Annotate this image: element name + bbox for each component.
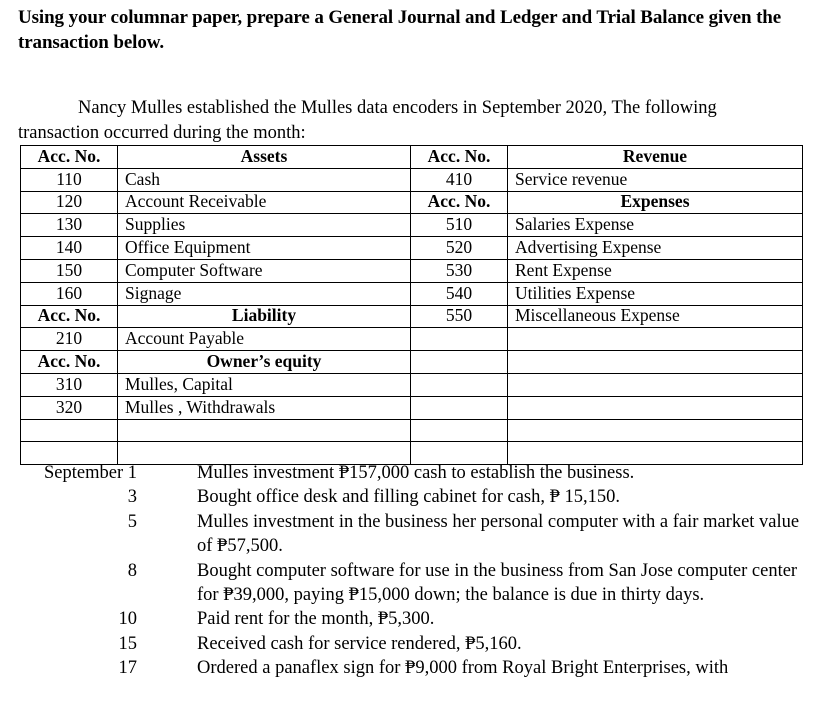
account-number-cell: 110 [20,167,118,192]
account-number-cell: 510 [410,213,508,238]
table-header-cell: Acc. No. [20,145,118,169]
transaction-date: 5 [127,511,137,532]
transaction-entry: 10 Paid rent for the month, ₱5,300. [18,607,808,631]
table-header-cell: Revenue [507,145,803,169]
transaction-date: 15 [118,633,138,654]
account-name-cell: Rent Expense [507,258,803,283]
table-header-cell: Acc. No. [20,304,118,329]
account-number-cell: 210 [20,327,118,352]
document-page: Using your columnar paper, prepare a Gen… [0,0,818,713]
transaction-date: 10 [118,609,138,630]
transaction-description: Mulles investment ₱157,000 cash to estab… [197,463,635,483]
transaction-date: 8 [127,560,137,581]
account-name-cell [117,418,411,443]
transaction-date: 3 [127,487,137,508]
transaction-date: 17 [118,658,138,679]
account-name-cell [507,372,803,397]
transaction-description: Mulles investment in the business her pe… [197,511,800,557]
table-row: 210 Account Payable [20,327,803,352]
account-name-cell [507,350,803,374]
table-row: 130 Supplies 510 Salaries Expense [20,213,803,238]
table-header-cell: Acc. No. [410,190,508,215]
transaction-entry: September 1 Mulles investment ₱157,000 ca… [18,461,808,485]
transaction-description: Ordered a panaflex sign for ₱9,000 from … [197,658,729,679]
transaction-date: September 1 [44,463,137,483]
table-row: 160 Signage 540 Utilities Expense [20,281,803,306]
account-number-cell [410,327,508,352]
account-name-cell: Office Equipment [117,236,411,260]
table-header-cell: Owner’s equity [117,350,411,374]
account-name-cell [507,327,803,352]
account-number-cell: 120 [20,190,118,215]
account-number-cell: 130 [20,213,118,238]
transaction-description: Paid rent for the month, ₱5,300. [197,609,435,630]
account-name-cell: Account Receivable [117,190,411,215]
account-name-cell: Supplies [117,213,411,238]
transaction-entry: 5 Mulles investment in the business her p… [18,510,808,559]
account-name-cell: Salaries Expense [507,213,803,238]
table-row: 120 Account Receivable Acc. No. Expenses [20,190,803,215]
transaction-entry: 17 Ordered a panaflex sign for ₱9,000 fro… [18,656,808,680]
account-number-cell [410,418,508,443]
chart-of-accounts-table: Acc. No. Assets Acc. No. Revenue 110 Cash 410 S… [20,145,803,466]
transactions-list: September 1 Mulles investment ₱157,000 ca… [18,461,808,681]
account-number-cell: 520 [410,236,508,260]
account-number-cell: 160 [20,281,118,306]
account-name-cell [507,418,803,443]
table-row: 140 Office Equipment 520 Advertising Expens… [20,236,803,260]
table-row: Acc. No. Owner’s equity [20,350,803,374]
account-number-cell [410,395,508,420]
account-number-cell [20,418,118,443]
account-number-cell: 140 [20,236,118,260]
account-name-cell: Advertising Expense [507,236,803,260]
account-name-cell: Computer Software [117,258,411,283]
account-name-cell: Utilities Expense [507,281,803,306]
account-name-cell: Cash [117,167,411,192]
account-number-cell [410,372,508,397]
account-name-cell: Service revenue [507,167,803,192]
table-header-cell: Acc. No. [20,350,118,374]
transaction-entry: 8 Bought computer software for use in the… [18,559,808,608]
account-name-cell: Account Payable [117,327,411,352]
account-name-cell: Mulles, Capital [117,372,411,397]
account-number-cell: 150 [20,258,118,283]
table-header-cell: Expenses [507,190,803,215]
account-name-cell: Mulles , Withdrawals [117,395,411,420]
table-row: Acc. No. Assets Acc. No. Revenue [20,145,803,169]
account-number-cell: 540 [410,281,508,306]
account-number-cell: 310 [20,372,118,397]
table-row: 310 Mulles, Capital [20,372,803,397]
accounts-table-body: Acc. No. Assets Acc. No. Revenue 110 Cash 410 S… [20,145,803,466]
table-header-cell: Assets [117,145,411,169]
intro-paragraph: Nancy Mulles established the Mulles data… [18,97,717,143]
transaction-description: Bought office desk and filling cabinet f… [197,487,621,508]
account-name-cell: Signage [117,281,411,306]
transaction-description: Received cash for service rendered, ₱5,1… [197,633,522,654]
account-number-cell [410,350,508,374]
account-number-cell: 410 [410,167,508,192]
table-row: Acc. No. Liability 550 Miscellaneous Expens… [20,304,803,329]
transaction-entry: 15 Received cash for service rendered, ₱5… [18,632,808,656]
table-row: 150 Computer Software 530 Rent Expense [20,258,803,283]
table-row: 320 Mulles , Withdrawals [20,395,803,420]
table-header-cell: Liability [117,304,411,329]
account-name-cell [507,395,803,420]
table-header-cell: Acc. No. [410,145,508,169]
account-number-cell: 530 [410,258,508,283]
account-number-cell: 320 [20,395,118,420]
table-row [20,418,803,443]
account-name-cell: Miscellaneous Expense [507,304,803,329]
transaction-entry: 3 Bought office desk and filling cabinet … [18,485,808,509]
table-row: 110 Cash 410 Service revenue [20,167,803,192]
account-number-cell: 550 [410,304,508,329]
transaction-description: Bought computer software for use in the … [197,560,798,606]
page-title: Using your columnar paper, prepare a Gen… [18,7,782,53]
